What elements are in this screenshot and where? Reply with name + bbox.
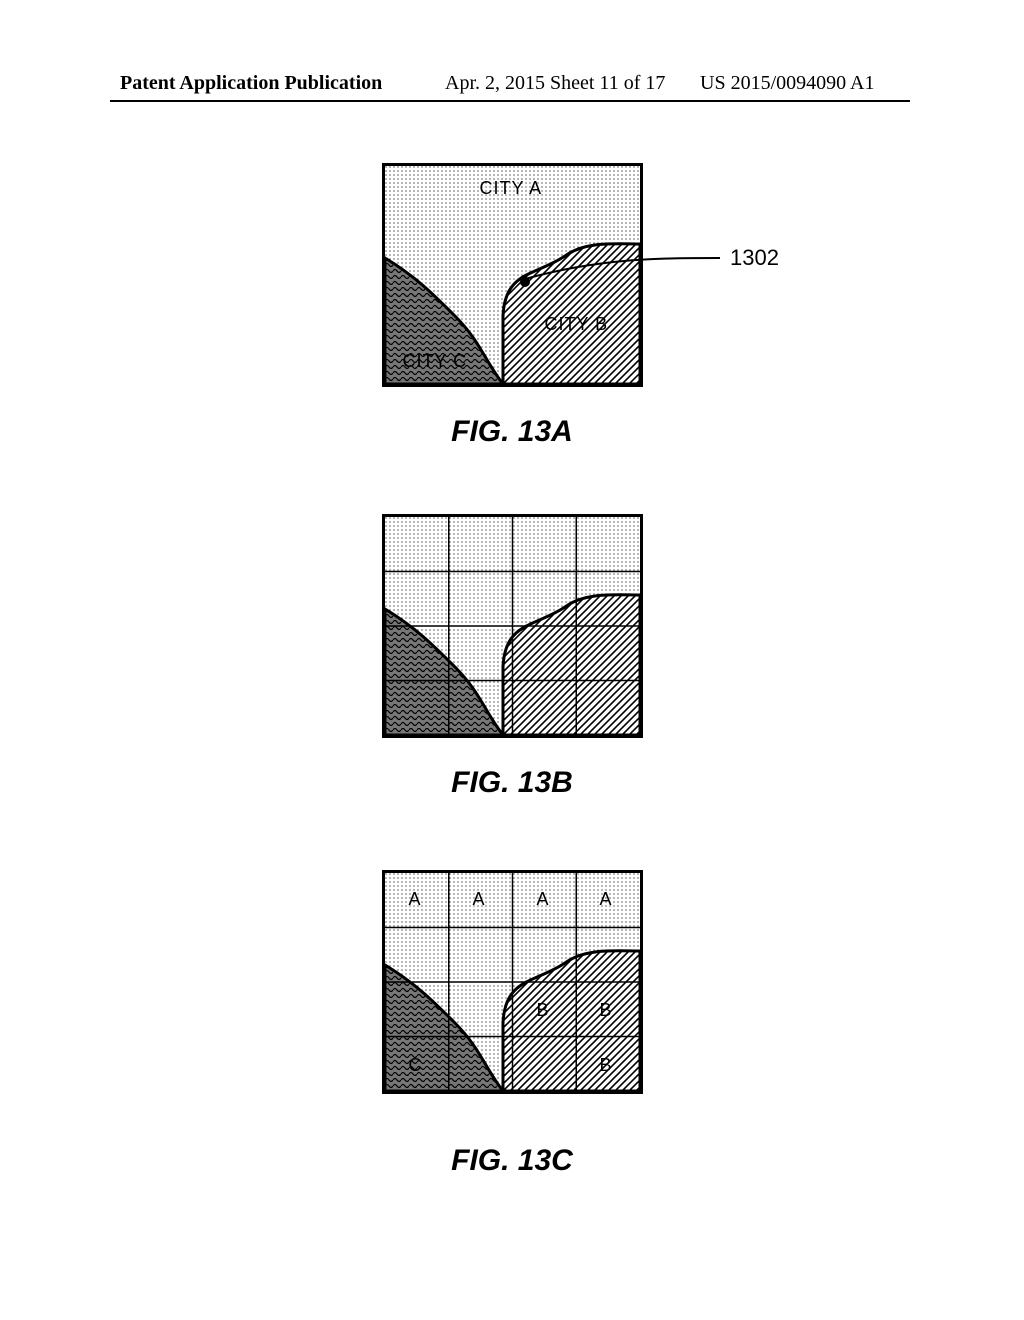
cell-r0c1: A	[473, 889, 485, 910]
figure-13a: CITY A CITY B CITY C 1302 FIG. 13A	[0, 163, 1024, 449]
callout-1302: 1302	[730, 245, 779, 271]
header-rule	[110, 100, 910, 102]
figure-13c-panel: A A A A B B C B	[382, 870, 643, 1094]
page: Patent Application Publication Apr. 2, 2…	[0, 0, 1024, 1320]
cell-r2c2: B	[537, 1000, 549, 1021]
label-city-a: CITY A	[480, 178, 543, 199]
header-right: US 2015/0094090 A1	[700, 72, 874, 95]
cell-r3c3: B	[600, 1055, 612, 1076]
header-center: Apr. 2, 2015 Sheet 11 of 17	[445, 72, 665, 95]
label-city-b: CITY B	[545, 314, 609, 335]
cell-r2c3: B	[600, 1000, 612, 1021]
cell-r0c0: A	[409, 889, 421, 910]
figure-13a-caption: FIG. 13A	[0, 415, 1024, 449]
header-left: Patent Application Publication	[120, 72, 382, 95]
label-city-c: CITY C	[403, 351, 468, 372]
figure-13b: FIG. 13B	[0, 514, 1024, 800]
figure-13a-panel: CITY A CITY B CITY C	[382, 163, 643, 387]
point-1302	[520, 277, 530, 287]
cell-r0c2: A	[537, 889, 549, 910]
cell-r0c3: A	[600, 889, 612, 910]
figure-13c-caption: FIG. 13C	[0, 1144, 1024, 1178]
figure-13b-panel	[382, 514, 643, 738]
figure-13c: A A A A B B C B FIG. 13C	[0, 870, 1024, 1178]
figure-13b-caption: FIG. 13B	[0, 766, 1024, 800]
cell-r3c0: C	[409, 1055, 422, 1076]
